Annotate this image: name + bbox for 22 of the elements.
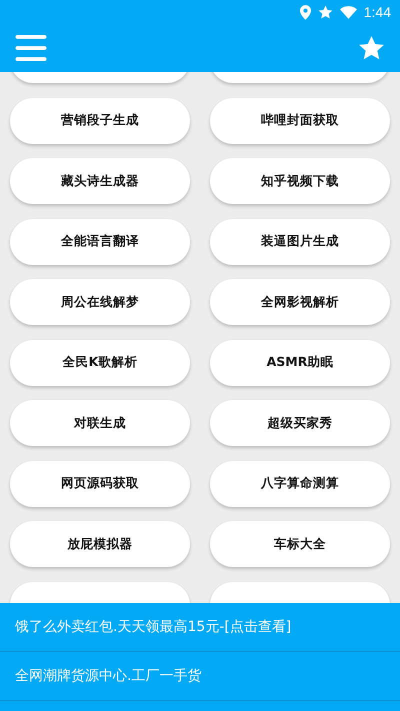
tool-button[interactable]: 超级买家秀 <box>210 400 390 446</box>
tool-button[interactable]: 对联生成 <box>10 400 190 446</box>
tool-button[interactable]: 知乎视频下载 <box>210 158 390 204</box>
clock-time: 1:44 <box>364 4 391 20</box>
tool-button[interactable]: 周公在线解梦 <box>10 279 190 325</box>
tool-button[interactable]: 藏头诗生成器 <box>10 158 190 204</box>
tool-button[interactable]: 网页源码获取 <box>10 460 190 506</box>
tool-button[interactable]: 车标大全 <box>210 521 390 567</box>
tool-button[interactable]: 全能语言翻译 <box>10 218 190 264</box>
tool-button[interactable]: 放屁模拟器 <box>10 521 190 567</box>
star-icon <box>318 4 333 20</box>
tool-button[interactable]: 全网影视解析 <box>210 279 390 325</box>
wifi-icon <box>340 6 357 18</box>
tool-button[interactable]: 装逼图片生成 <box>210 218 390 264</box>
location-icon <box>300 4 311 20</box>
tool-button[interactable]: 哔哩封面获取 <box>210 98 390 144</box>
tool-button[interactable]: ASMR助眠 <box>210 340 390 386</box>
tool-button[interactable]: 八字算命测算 <box>210 460 390 506</box>
tool-button[interactable]: 全民K歌解析 <box>10 340 190 386</box>
star-icon[interactable] <box>358 34 385 62</box>
menu-icon[interactable] <box>15 34 47 62</box>
tool-button[interactable]: 营销段子生成 <box>10 98 190 144</box>
